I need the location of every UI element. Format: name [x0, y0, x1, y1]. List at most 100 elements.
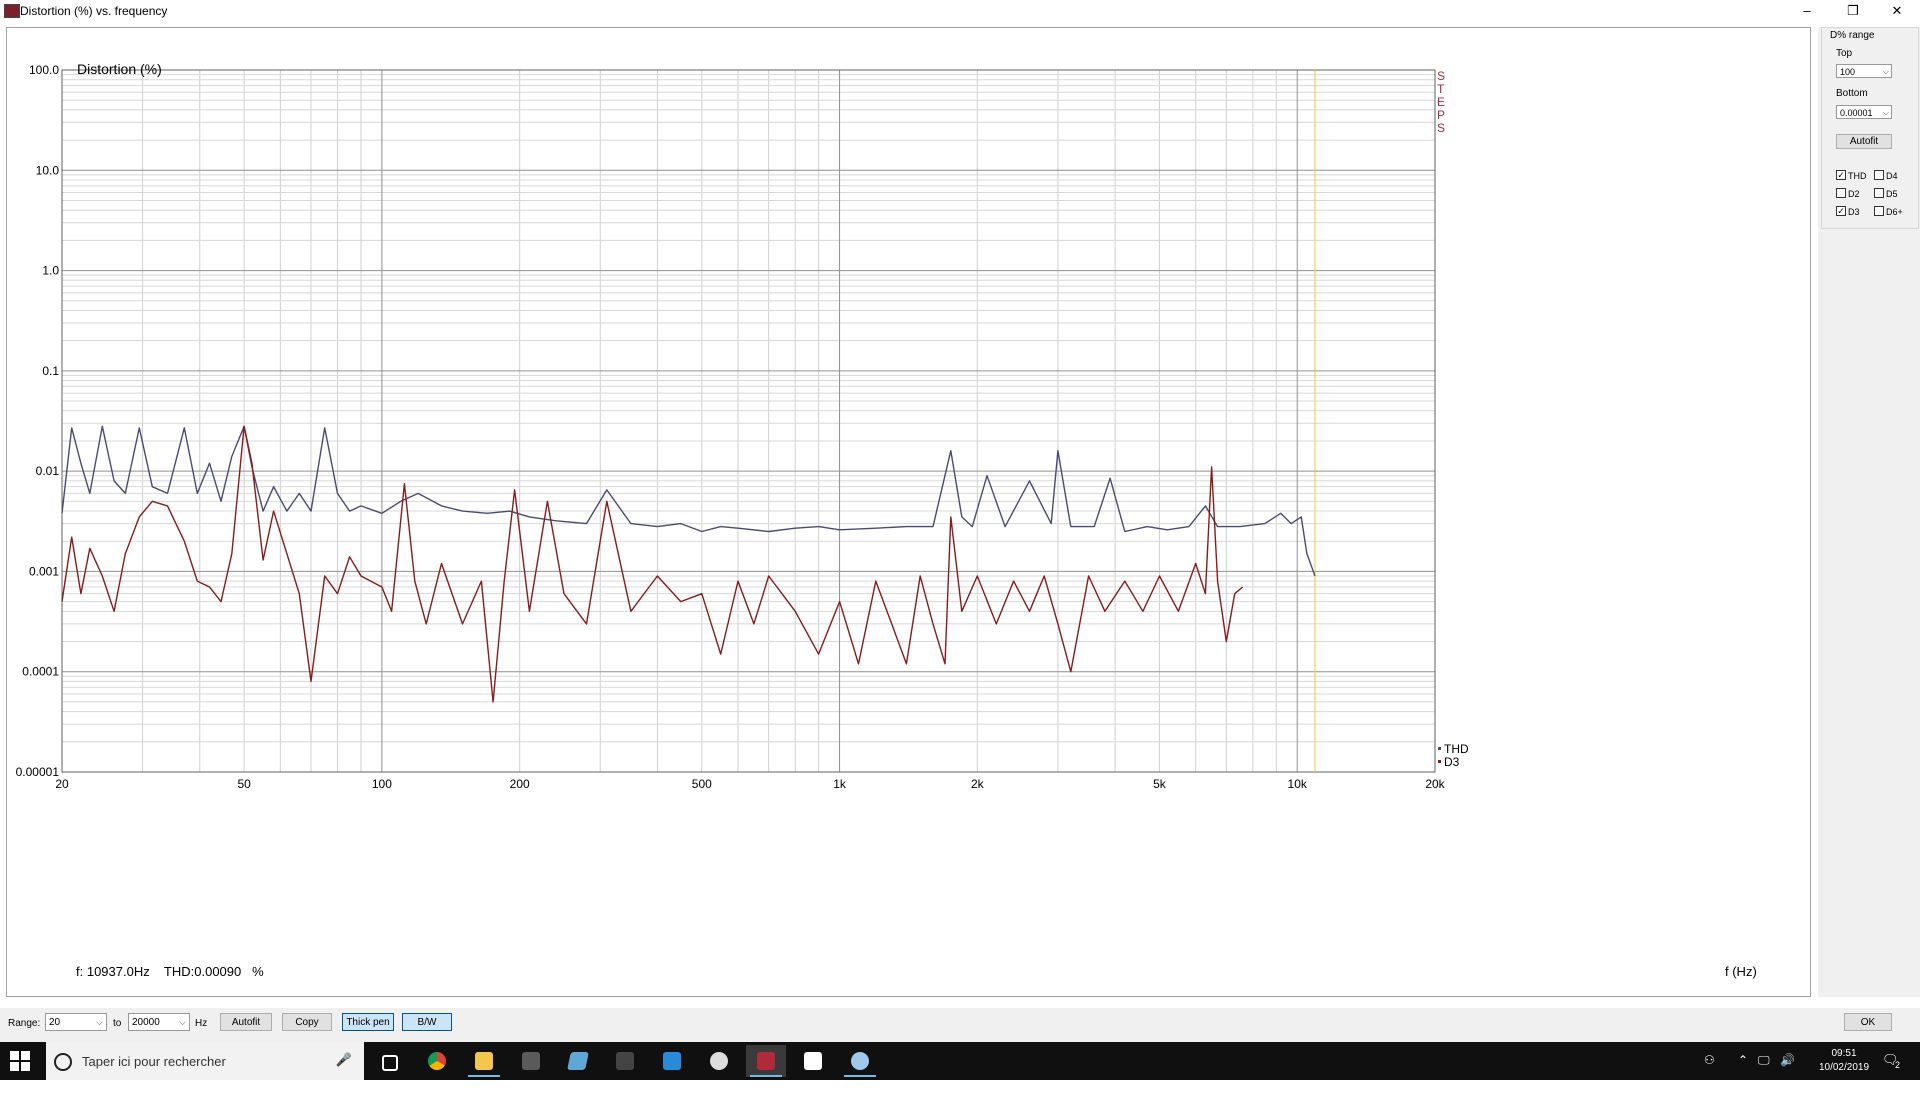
cursor-readout: f: 10937.0Hz THD:0.00090 %: [76, 964, 264, 979]
chevron-down-icon: ⌵: [179, 1017, 186, 1027]
minimize-button[interactable]: –: [1784, 0, 1830, 22]
legend-swatch: [1438, 760, 1441, 763]
legend-label: THD: [1444, 742, 1469, 756]
d-range-group: D% range Top 100 ⌵ Bottom 0.00001 ⌵ Auto…: [1821, 27, 1919, 229]
y-tick-label: 1.0: [42, 264, 59, 278]
x-tick-label: 20: [55, 777, 69, 791]
y-axis-title: Distortion (%): [77, 61, 162, 77]
x-tick-label: 100: [372, 777, 392, 791]
legend-label: D3: [1444, 755, 1460, 769]
x-axis-unit: f (Hz): [1725, 964, 1757, 979]
d6-plus-checkbox-label: D6+: [1886, 207, 1903, 217]
calculator-icon[interactable]: [511, 1045, 551, 1077]
store-icon[interactable]: [652, 1045, 692, 1077]
x-tick-label: 50: [237, 777, 251, 791]
distortion-chart[interactable]: 100.0 10.0 1.0 0.1 0.01 0.001 0.0001 0.00001 20…: [7, 28, 1810, 996]
d2-checkbox-label: D2: [1848, 189, 1860, 199]
steps-letter: P: [1437, 108, 1445, 122]
d6-plus-checkbox[interactable]: [1874, 206, 1884, 216]
clock-time: 09:51: [1831, 1048, 1857, 1059]
y-tick-label: 0.01: [36, 464, 60, 478]
x-tick-label: 500: [692, 777, 712, 791]
steps-letter: E: [1437, 95, 1445, 109]
top-value: 100: [1840, 67, 1856, 77]
app-icon: [4, 4, 20, 18]
range-to-select[interactable]: 20000 ⌵: [128, 1013, 190, 1031]
ok-button[interactable]: OK: [1844, 1013, 1892, 1031]
photos-icon[interactable]: [793, 1045, 833, 1077]
taskbar-clock[interactable]: 09:51 10/02/2019: [1816, 1047, 1872, 1075]
audio-analyzer-icon[interactable]: [605, 1045, 645, 1077]
d-range-title: D% range: [1830, 30, 1875, 41]
y-tick-label: 100.0: [29, 63, 59, 77]
chrome-icon[interactable]: [417, 1045, 457, 1077]
close-button[interactable]: ✕: [1874, 0, 1920, 22]
task-view-icon[interactable]: [370, 1045, 410, 1077]
clock-date: 10/02/2019: [1818, 1062, 1870, 1073]
cortana-icon: [54, 1053, 72, 1071]
bw-button[interactable]: B/W: [402, 1013, 452, 1031]
range-from-value: 20: [49, 1017, 61, 1028]
thd-checkbox[interactable]: ✓: [1836, 170, 1846, 180]
y-tick-label: 0.001: [29, 564, 59, 578]
range-from-select[interactable]: 20 ⌵: [45, 1013, 107, 1031]
windows-start-icon[interactable]: [10, 1051, 30, 1071]
d2-checkbox[interactable]: [1836, 188, 1846, 198]
top-label: Top: [1836, 48, 1853, 59]
series-line-d3: [61, 425, 1244, 703]
microphone-icon[interactable]: 🎤: [336, 1052, 352, 1068]
d3-checkbox[interactable]: ✓: [1836, 206, 1846, 216]
bottom-controls: Range: 20 ⌵ to 20000 ⌵ Hz Autofit Copy T…: [0, 1008, 1920, 1042]
file-explorer-icon[interactable]: [464, 1045, 504, 1077]
taskbar: Taper ici pour rechercher 🎤 ⚇ ⌃ 🖵 🔊 09:5…: [0, 1042, 1920, 1080]
bottom-label: Bottom: [1836, 88, 1868, 99]
hz-label: Hz: [195, 1018, 208, 1029]
title-bar: Distortion (%) vs. frequency – ❐ ✕: [0, 0, 1920, 22]
y-tick-label: 0.1: [42, 364, 59, 378]
d5-checkbox-label: D5: [1886, 189, 1898, 199]
chevron-down-icon: ⌵: [1882, 108, 1889, 117]
x-tick-label: 5k: [1153, 777, 1167, 791]
thd-checkbox-label: THD: [1848, 171, 1867, 181]
window-title: Distortion (%) vs. frequency: [20, 4, 168, 18]
chart-frame: 100.0 10.0 1.0 0.1 0.01 0.001 0.0001 0.00001 20…: [6, 27, 1811, 997]
bottom-value: 0.00001: [1840, 108, 1873, 118]
y-tick-label: 0.00001: [16, 765, 60, 779]
autofit-button[interactable]: Autofit: [220, 1013, 272, 1031]
side-panel: D% range Top 100 ⌵ Bottom 0.00001 ⌵ Auto…: [1818, 27, 1920, 997]
top-select[interactable]: 100 ⌵: [1836, 64, 1892, 78]
restore-button[interactable]: ❐: [1830, 0, 1876, 22]
y-tick-label: 0.0001: [22, 665, 59, 679]
thick-pen-button[interactable]: Thick pen: [342, 1013, 394, 1031]
x-tick-label: 200: [510, 777, 530, 791]
d4-checkbox[interactable]: [1874, 170, 1884, 180]
taskbar-search[interactable]: Taper ici pour rechercher 🎤: [46, 1042, 364, 1080]
chevron-up-icon[interactable]: ⌃: [1738, 1053, 1748, 1091]
steps-letter: S: [1437, 69, 1445, 83]
volume-icon[interactable]: 🔊: [1780, 1053, 1795, 1091]
panel-autofit-button[interactable]: Autofit: [1836, 134, 1892, 149]
chevron-down-icon: ⌵: [1882, 67, 1889, 76]
range-to-value: 20000: [132, 1017, 160, 1028]
x-tick-label: 10k: [1288, 777, 1308, 791]
x-tick-label: 2k: [971, 777, 985, 791]
steps-letter: T: [1437, 82, 1445, 96]
notification-count: 2: [1895, 1060, 1901, 1070]
legend-swatch: [1438, 747, 1441, 750]
chevron-down-icon: ⌵: [96, 1017, 103, 1027]
copy-button[interactable]: Copy: [282, 1013, 332, 1031]
paint-icon[interactable]: [840, 1045, 880, 1077]
d5-checkbox[interactable]: [1874, 188, 1884, 198]
notepad-icon[interactable]: [558, 1045, 598, 1077]
search-placeholder: Taper ici pour rechercher: [82, 1054, 226, 1069]
range-label: Range:: [8, 1018, 41, 1029]
steps-letter: S: [1437, 121, 1445, 135]
network-icon[interactable]: 🖵: [1758, 1053, 1770, 1091]
people-icon[interactable]: ⚇: [1704, 1053, 1715, 1091]
bottom-select[interactable]: 0.00001 ⌵: [1836, 105, 1892, 119]
media-player-icon[interactable]: [699, 1045, 739, 1077]
y-tick-label: 10.0: [36, 163, 60, 177]
steps-app-icon[interactable]: [746, 1045, 786, 1077]
x-tick-label: 20k: [1425, 777, 1445, 791]
d3-checkbox-label: D3: [1848, 207, 1860, 217]
